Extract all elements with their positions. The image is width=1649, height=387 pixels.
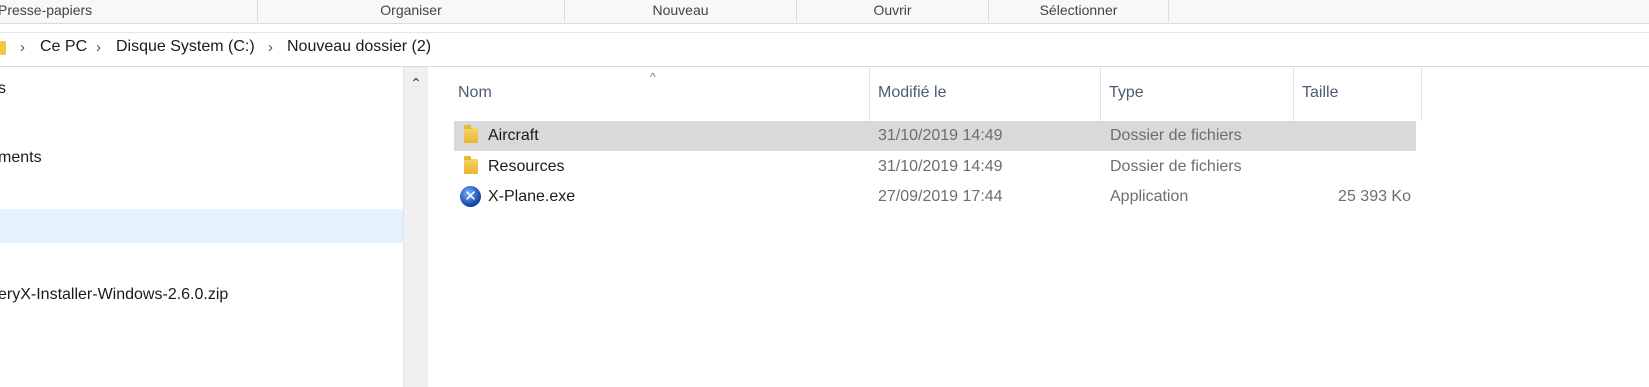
- column-header-size[interactable]: Taille: [1294, 67, 1422, 121]
- nav-scrollbar[interactable]: ⌃: [403, 67, 428, 387]
- breadcrumb-separator-icon[interactable]: ›: [96, 39, 101, 56]
- file-row-resources[interactable]: Resources 31/10/2019 14:49 Dossier de fi…: [454, 152, 1416, 182]
- nav-item-documents[interactable]: ments: [0, 149, 42, 167]
- file-size: 25 393 Ko: [1338, 188, 1411, 205]
- breadcrumb-separator-icon[interactable]: ›: [268, 39, 273, 56]
- ribbon-divider: [0, 24, 1649, 33]
- ribbon-group-select: Sélectionner: [989, 0, 1169, 22]
- ribbon-group-labels: Presse-papiers Organiser Nouveau Ouvrir …: [0, 0, 1649, 24]
- nav-item-zip[interactable]: eryX-Installer-Windows-2.6.0.zip: [0, 286, 228, 304]
- ribbon-group-clipboard: Presse-papiers: [0, 0, 258, 22]
- ribbon-group-organize: Organiser: [258, 0, 565, 22]
- breadcrumb-this-pc[interactable]: Ce PC: [40, 38, 87, 56]
- x-plane-app-icon: ✕: [460, 186, 481, 207]
- file-row-aircraft[interactable]: Aircraft 31/10/2019 14:49 Dossier de fic…: [454, 121, 1416, 151]
- column-header-type[interactable]: Type: [1101, 67, 1294, 121]
- column-header-modified[interactable]: Modifié le: [870, 67, 1101, 121]
- file-modified: 27/09/2019 17:44: [878, 188, 1003, 205]
- file-row-xplane-exe[interactable]: ✕ X-Plane.exe 27/09/2019 17:44 Applicati…: [454, 182, 1416, 212]
- folder-icon: [0, 41, 6, 55]
- file-type: Dossier de fichiers: [1110, 158, 1242, 175]
- file-modified: 31/10/2019 14:49: [878, 127, 1003, 144]
- address-bar[interactable]: › Ce PC › Disque System (C:) › Nouveau d…: [0, 33, 1649, 67]
- file-size: [1304, 121, 1411, 151]
- nav-item[interactable]: s: [0, 80, 6, 98]
- file-size: [1304, 152, 1411, 182]
- breadcrumb-system-disk[interactable]: Disque System (C:): [116, 38, 255, 56]
- file-type: Dossier de fichiers: [1110, 127, 1242, 144]
- nav-item-selected[interactable]: [0, 209, 403, 243]
- file-name: Resources: [488, 158, 565, 175]
- ribbon-group-open: Ouvrir: [797, 0, 989, 22]
- file-type: Application: [1110, 188, 1189, 205]
- file-modified: 31/10/2019 14:49: [878, 158, 1003, 175]
- folder-icon: [464, 125, 478, 143]
- ribbon-group-new: Nouveau: [565, 0, 797, 22]
- breadcrumb-current-folder[interactable]: Nouveau dossier (2): [287, 38, 431, 56]
- column-header-name[interactable]: Nom: [450, 67, 870, 121]
- file-name: Aircraft: [488, 127, 539, 144]
- file-name: X-Plane.exe: [488, 188, 576, 205]
- file-list: ^ Nom Modifié le Type Taille Aircraft 31…: [428, 67, 1649, 387]
- navigation-pane: s ments eryX-Installer-Windows-2.6.0.zip…: [0, 67, 428, 387]
- scroll-up-arrow-icon[interactable]: ⌃: [408, 75, 424, 91]
- breadcrumb-separator-icon[interactable]: ›: [20, 39, 25, 56]
- folder-icon: [464, 156, 478, 174]
